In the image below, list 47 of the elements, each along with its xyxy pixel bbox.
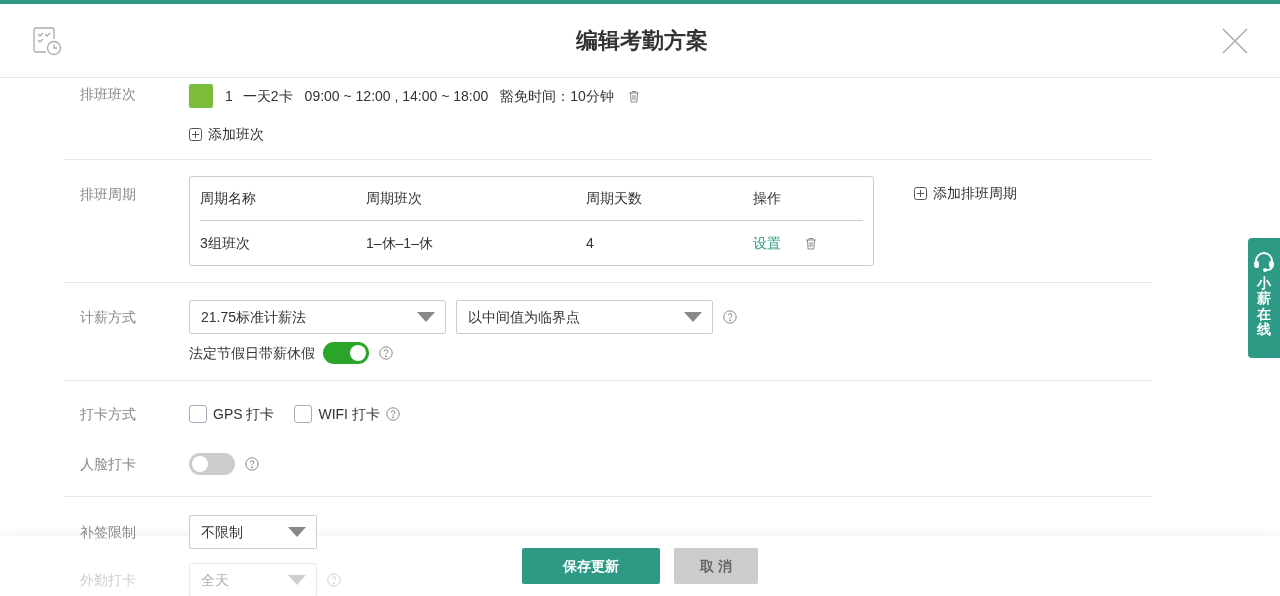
headset-icon bbox=[1253, 250, 1275, 272]
field-label: 排班周期 bbox=[79, 185, 137, 204]
checkbox-label: WIFI 打卡 bbox=[318, 404, 380, 424]
column-header: 周期天数 bbox=[586, 189, 643, 208]
help-icon[interactable] bbox=[385, 407, 400, 421]
field-label: 补签限制 bbox=[79, 522, 137, 542]
add-cycle-button[interactable]: 添加排班周期 bbox=[914, 184, 1017, 202]
support-label: 小薪在线 bbox=[1257, 276, 1271, 338]
add-shift-button[interactable]: 添加班次 bbox=[189, 124, 264, 145]
caret-icon bbox=[684, 312, 702, 322]
plus-icon bbox=[189, 128, 202, 141]
table-cell-text: 1–休–1–休 bbox=[366, 233, 434, 253]
table-cell-text: 4 bbox=[586, 233, 595, 253]
calendar-clock-icon bbox=[32, 25, 62, 56]
grace-period: 豁免时间：10分钟 bbox=[500, 86, 614, 106]
trash-icon[interactable] bbox=[627, 89, 640, 103]
table-cell-text: 3组班次 bbox=[200, 233, 251, 253]
dialog-title: 编辑考勤方案 bbox=[576, 27, 708, 55]
dropdown[interactable]: 以中间值为临界点 bbox=[456, 300, 713, 334]
field-label: 打卡方式 bbox=[79, 404, 137, 424]
shift-times: 09:00 ~ 12:00 , 14:00 ~ 18:00 bbox=[304, 86, 489, 106]
field-label: 排班班次 bbox=[79, 85, 137, 104]
checkbox[interactable] bbox=[294, 405, 313, 423]
shift-number: 1 bbox=[225, 86, 233, 106]
close-icon[interactable] bbox=[1222, 27, 1248, 54]
checkbox-label: GPS 打卡 bbox=[213, 404, 275, 424]
column-header: 周期班次 bbox=[366, 189, 423, 208]
holiday-label: 法定节假日带薪休假 bbox=[189, 343, 315, 363]
dropdown[interactable]: 21.75标准计薪法 bbox=[189, 300, 446, 334]
field-label: 人脸打卡 bbox=[79, 454, 137, 474]
toggle-switch[interactable] bbox=[323, 342, 369, 364]
field-label: 计薪方式 bbox=[79, 308, 137, 327]
help-icon[interactable] bbox=[245, 457, 259, 471]
dropdown[interactable]: 不限制 bbox=[189, 515, 317, 549]
caret-icon bbox=[288, 575, 306, 585]
shift-name: 一天2卡 bbox=[242, 86, 293, 106]
toggle-switch[interactable] bbox=[189, 453, 235, 475]
help-icon[interactable] bbox=[379, 346, 393, 360]
settings-link[interactable]: 设置 bbox=[753, 232, 781, 254]
column-header: 操作 bbox=[753, 189, 782, 208]
cancel-button[interactable]: 取 消 bbox=[674, 548, 758, 584]
caret-icon bbox=[417, 312, 435, 322]
column-header: 周期名称 bbox=[200, 189, 257, 208]
plus-icon bbox=[914, 186, 927, 200]
help-icon[interactable] bbox=[723, 310, 737, 324]
checkbox[interactable] bbox=[189, 405, 207, 423]
trash-icon[interactable] bbox=[805, 236, 817, 250]
